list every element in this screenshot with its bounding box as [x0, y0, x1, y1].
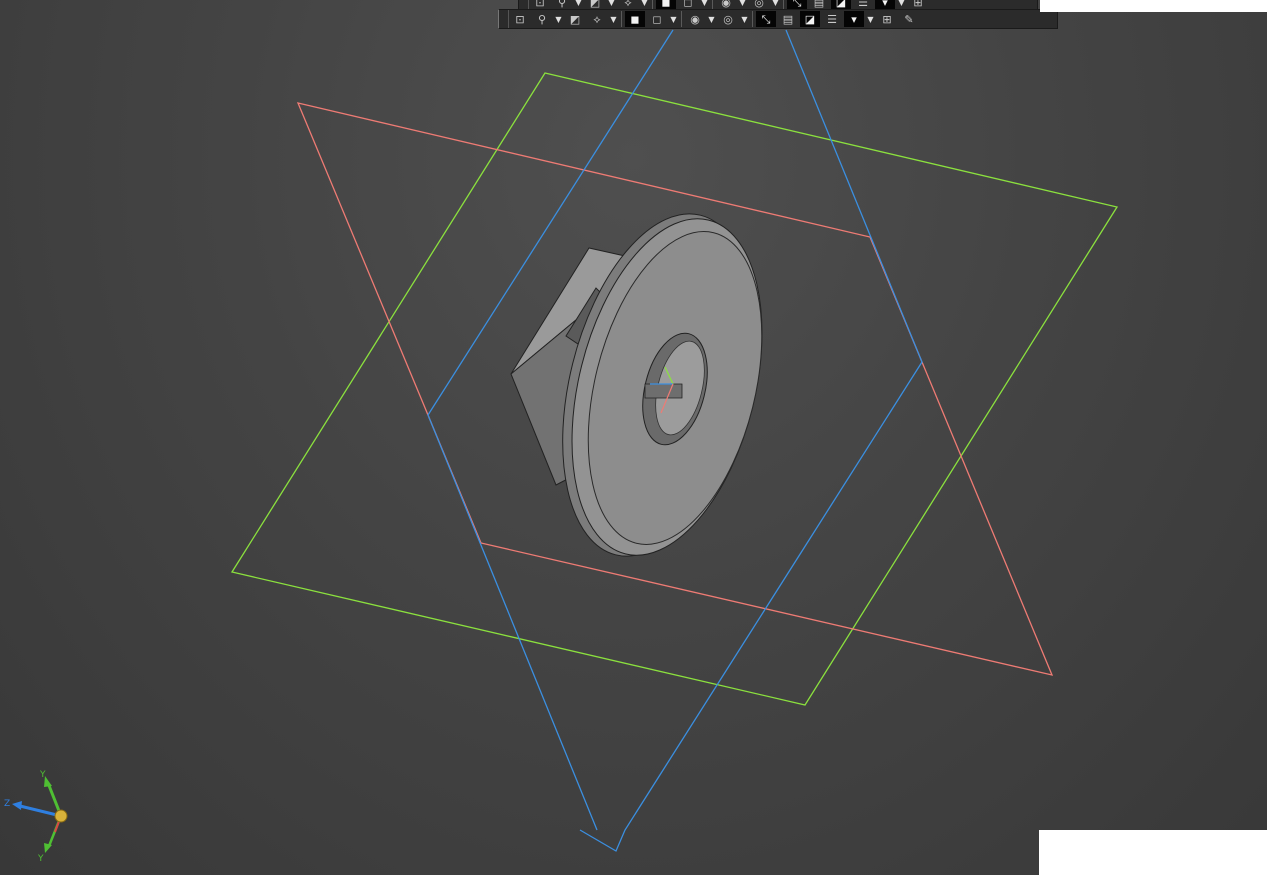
dropdown-arrow-icon[interactable]: ▼ [865, 11, 876, 27]
triad-label-y-top: Y [39, 770, 46, 780]
dimension-icon[interactable]: ⤡ [756, 11, 776, 27]
sketch-icon[interactable]: ▤ [778, 11, 798, 27]
pen-icon[interactable]: ✎ [899, 11, 919, 27]
dropdown-arrow-icon[interactable]: ▼ [706, 11, 717, 27]
layers-icon[interactable]: ☰ [822, 11, 842, 27]
dropdown-arrow-icon[interactable]: ▼ [608, 11, 619, 27]
camera-icon[interactable]: ◎ [718, 11, 738, 27]
orientation-triad[interactable]: Y Z Y [4, 770, 68, 864]
visibility-icon[interactable]: ◉ [685, 11, 705, 27]
triad-label-z: Z [4, 799, 10, 809]
part-body[interactable] [510, 194, 794, 576]
toolbar-separator [752, 11, 753, 27]
unrendered-area-bottom [1039, 830, 1267, 875]
triad-label-y-bottom: Y [37, 854, 44, 864]
dropdown-arrow-icon[interactable]: ▼ [668, 11, 679, 27]
zoom-icon[interactable]: ⚲ [532, 11, 552, 27]
dropdown-arrow-icon[interactable]: ▼ [739, 11, 750, 27]
shaded-cube-icon[interactable]: ◼ [625, 11, 645, 27]
center-slot [644, 383, 683, 399]
scene-canvas[interactable]: Y Z Y [0, 0, 1267, 875]
wire-cube-icon[interactable]: ◻ [647, 11, 667, 27]
toolbar-grip[interactable] [499, 10, 509, 28]
hide-show-icon[interactable]: ◪ [800, 11, 820, 27]
toolbar-separator [621, 11, 622, 27]
zoom-fit-icon[interactable]: ⊡ [510, 11, 530, 27]
section-icon[interactable]: ◩ [565, 11, 585, 27]
3d-viewport[interactable]: Y Z Y ⊡ ⚲ ▼ ◩ ▼ ⟡ ▼ ◼ ◻ ▼ ◉ ▼ ◎ ▼ ⤡ ▤ ◪ … [0, 0, 1267, 875]
view-toolbar: ⊡ ⚲ ▼ ◩ ⟡ ▼ ◼ ◻ ▼ ◉ ▼ ◎ ▼ ⤡ ▤ ◪ ☰ ▾ ▼ ⊞ … [498, 9, 1058, 29]
dropdown-arrow-icon[interactable]: ▼ [553, 11, 564, 27]
assembly-icon[interactable]: ⊞ [877, 11, 897, 27]
filter-icon[interactable]: ▾ [844, 11, 864, 27]
measure-icon[interactable]: ⟡ [587, 11, 607, 27]
unrendered-area-top [1040, 0, 1267, 12]
toolbar-separator [681, 11, 682, 27]
